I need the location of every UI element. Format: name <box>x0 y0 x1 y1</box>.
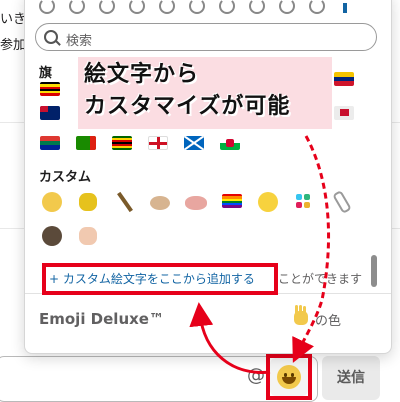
arrow-button-to-link <box>189 302 271 374</box>
annotation-arrows <box>189 135 331 374</box>
arrow-banner-to-button <box>292 135 331 363</box>
